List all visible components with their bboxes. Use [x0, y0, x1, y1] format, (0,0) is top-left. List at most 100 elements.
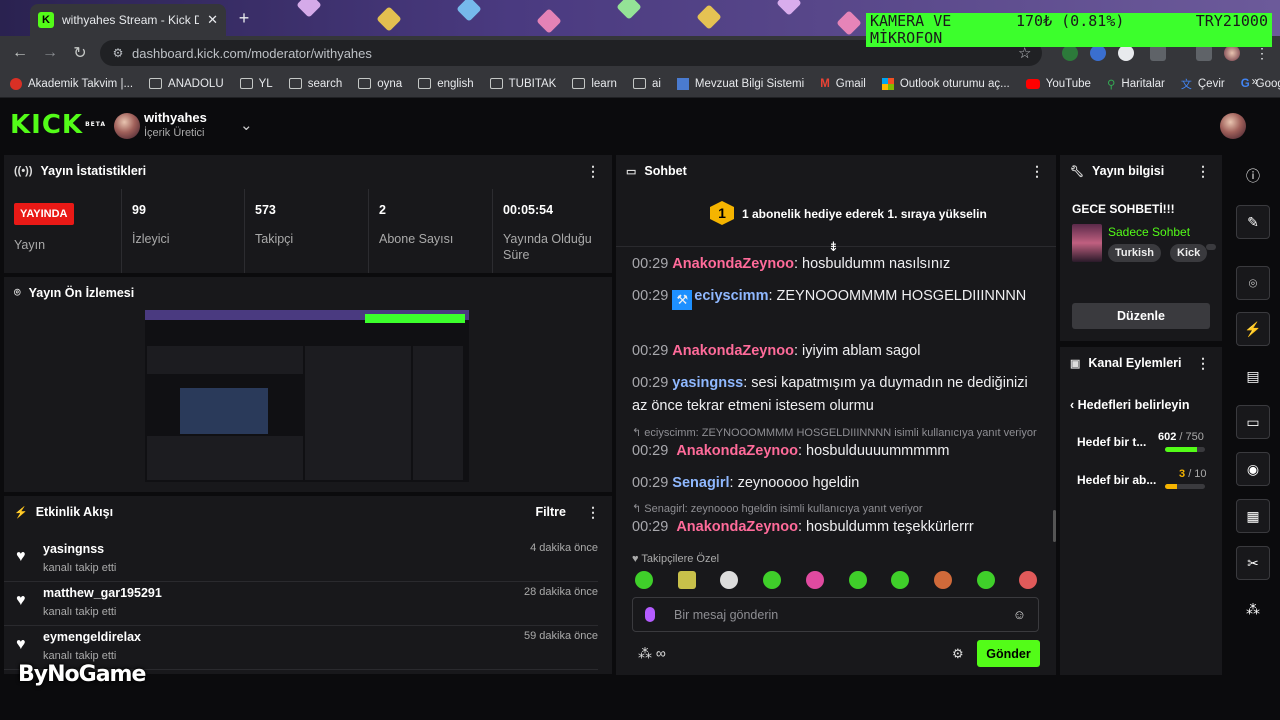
emote-icon[interactable]	[891, 571, 909, 589]
broadcast-icon: ((•))	[14, 165, 33, 177]
video-clip-icon[interactable]: ▦	[1236, 499, 1270, 533]
bookmark-item[interactable]: Outlook oturumu aç...	[881, 77, 1010, 90]
close-tab-icon[interactable]: ✕	[207, 12, 218, 28]
bookmark-folder[interactable]: learn	[572, 78, 617, 90]
activity-username[interactable]: eymengeldirelax	[43, 630, 141, 644]
filter-button[interactable]: Filtre	[535, 505, 566, 519]
bookmark-label: Google	[1255, 77, 1280, 90]
more-options-icon[interactable]: ⋮	[586, 163, 600, 180]
browser-menu-icon[interactable]: ⋮	[1254, 45, 1270, 61]
stat-status: YAYINDA Yayın	[4, 189, 122, 273]
chat-bubble-icon: ▭	[626, 165, 637, 178]
goal-label[interactable]: Hedef bir t...	[1077, 435, 1146, 449]
stream-preview-video[interactable]	[145, 310, 469, 482]
bookmark-item[interactable]: G Google	[1241, 78, 1280, 90]
chat-icon[interactable]: ▭	[1236, 405, 1270, 439]
stat-label: Yayın	[14, 238, 46, 252]
emoji-picker-icon[interactable]: ☺	[1013, 607, 1026, 622]
kick-logo[interactable]: KICK BETA	[10, 112, 106, 138]
bookmark-folder[interactable]: ai	[632, 78, 661, 90]
media-controls-icon[interactable]	[1196, 45, 1212, 61]
bookmark-favicon-icon	[10, 77, 22, 90]
site-settings-icon[interactable]: ⚙	[110, 45, 126, 61]
goal-target: / 10	[1188, 468, 1207, 480]
new-tab-button[interactable]: +	[234, 8, 254, 28]
bookmark-folder[interactable]: search	[288, 78, 342, 90]
bookmark-item[interactable]: 文 Çevir	[1181, 76, 1225, 92]
goal-label[interactable]: Hedef bir ab...	[1077, 473, 1156, 487]
wrench-tool-icon[interactable]: ✂	[1236, 546, 1270, 580]
chat-message: 00:29 ⚒ eciyscimm: ZEYNOOOMMMM HOSGELDIIIN…	[632, 285, 1042, 310]
browser-tab[interactable]: K withyahes Stream - Kick Dashbo ✕	[30, 4, 226, 36]
bookmark-label: YL	[258, 77, 273, 90]
bookmark-item[interactable]: Mevzuat Bilgi Sistemi	[676, 77, 804, 90]
emote-icon[interactable]	[678, 571, 696, 589]
goal-progress-bar	[1165, 447, 1205, 452]
emote-icon[interactable]	[977, 571, 995, 589]
bookmark-folder[interactable]: oyna	[358, 78, 402, 90]
emote-icon[interactable]	[720, 571, 738, 589]
stream-stats-panel: ((•)) Yayın İstatistikleri ⋮ YAYINDA Yayın…	[4, 155, 612, 273]
bookmark-item[interactable]: Akademik Takvim |...	[10, 77, 133, 90]
message-username[interactable]: AnakondaZeynoo	[672, 343, 794, 359]
chat-message-input[interactable]: Bir mesaj gönderin ☺	[632, 597, 1039, 632]
camera-preview-icon[interactable]: ⌾	[1236, 266, 1270, 300]
emote-icon[interactable]	[934, 571, 952, 589]
activity-username[interactable]: yasingnss	[43, 542, 104, 556]
bookmark-folder[interactable]: english	[418, 78, 474, 90]
activity-username[interactable]: matthew_gar195291	[43, 586, 162, 600]
emote-icon[interactable]	[849, 571, 867, 589]
bookmark-item[interactable]: YouTube	[1025, 78, 1091, 90]
message-username[interactable]: AnakondaZeynoo	[672, 256, 794, 272]
send-button[interactable]: Gönder	[977, 640, 1040, 667]
bookmark-item[interactable]: M Gmail	[820, 78, 866, 90]
more-options-icon[interactable]: ⋮	[586, 504, 600, 521]
category-name[interactable]: Sadece Sohbet	[1108, 225, 1190, 239]
emote-icon[interactable]	[635, 571, 653, 589]
document-icon[interactable]: ▤	[1236, 359, 1270, 393]
back-arrow-icon[interactable]: ←	[10, 43, 30, 63]
kicks-icon[interactable]: ⁂	[1236, 592, 1270, 626]
goals-back-link[interactable]: ‹ Hedefleri belirleyin	[1070, 398, 1190, 412]
pinned-gift-banner[interactable]: 1 1 abonelik hediye ederek 1. sıraya yük…	[616, 187, 1056, 254]
info-icon[interactable]: ⓘ	[1236, 159, 1270, 193]
bookmark-item[interactable]: ⚲ Haritalar	[1107, 77, 1165, 91]
message-username[interactable]: Senagirl	[672, 475, 729, 491]
profile-avatar-icon[interactable]	[1224, 45, 1240, 61]
bookmark-folder[interactable]: ANADOLU	[149, 78, 224, 90]
more-bookmarks-icon[interactable]: »	[1252, 76, 1258, 88]
extension-icon-3[interactable]	[1118, 45, 1134, 61]
reload-icon[interactable]: ↻	[70, 43, 90, 63]
message-username[interactable]: eciyscimm	[694, 288, 768, 304]
goal-progress-bar	[1165, 484, 1205, 489]
forward-arrow-icon[interactable]: →	[40, 43, 60, 63]
more-options-icon[interactable]: ⋮	[1030, 163, 1044, 180]
infinity-icon[interactable]: ∞	[656, 645, 666, 661]
reply-context: ↰ eciyscimm: ZEYNOOOMMMM HOSGELDIIINNNN …	[632, 426, 1037, 439]
bookmark-folder[interactable]: TUBITAK	[489, 78, 556, 90]
microphone-icon[interactable]	[645, 607, 655, 622]
lightning-icon[interactable]: ⚡	[1236, 312, 1270, 346]
emote-icon[interactable]	[763, 571, 781, 589]
chat-scrollbar[interactable]	[1053, 510, 1056, 542]
extension-icon-2[interactable]	[1090, 45, 1106, 61]
bookmark-label: ANADOLU	[168, 77, 224, 90]
activity-time: 4 dakika önce	[530, 542, 598, 554]
kicks-icon[interactable]: ⁂	[638, 645, 652, 661]
bookmark-folder[interactable]: YL	[239, 77, 273, 90]
edit-button[interactable]: Düzenle	[1072, 303, 1210, 329]
message-username[interactable]: AnakondaZeynoo	[676, 519, 798, 535]
chevron-down-icon[interactable]: ⌄	[240, 116, 253, 134]
message-username[interactable]: AnakondaZeynoo	[676, 443, 798, 459]
emote-icon[interactable]	[1019, 571, 1037, 589]
message-username[interactable]: yasingnss	[672, 375, 743, 391]
user-avatar[interactable]	[1220, 113, 1246, 139]
more-options-icon[interactable]: ⋮	[1196, 355, 1210, 372]
edit-pencil-icon[interactable]: ✎	[1236, 205, 1270, 239]
more-options-icon[interactable]: ⋮	[1196, 163, 1210, 180]
extensions-puzzle-icon[interactable]	[1150, 45, 1166, 61]
chat-settings-icon[interactable]: ⚙	[952, 646, 964, 662]
emote-icon[interactable]	[806, 571, 824, 589]
extension-icon-1[interactable]	[1062, 45, 1078, 61]
broadcast-icon[interactable]: ◉	[1236, 452, 1270, 486]
